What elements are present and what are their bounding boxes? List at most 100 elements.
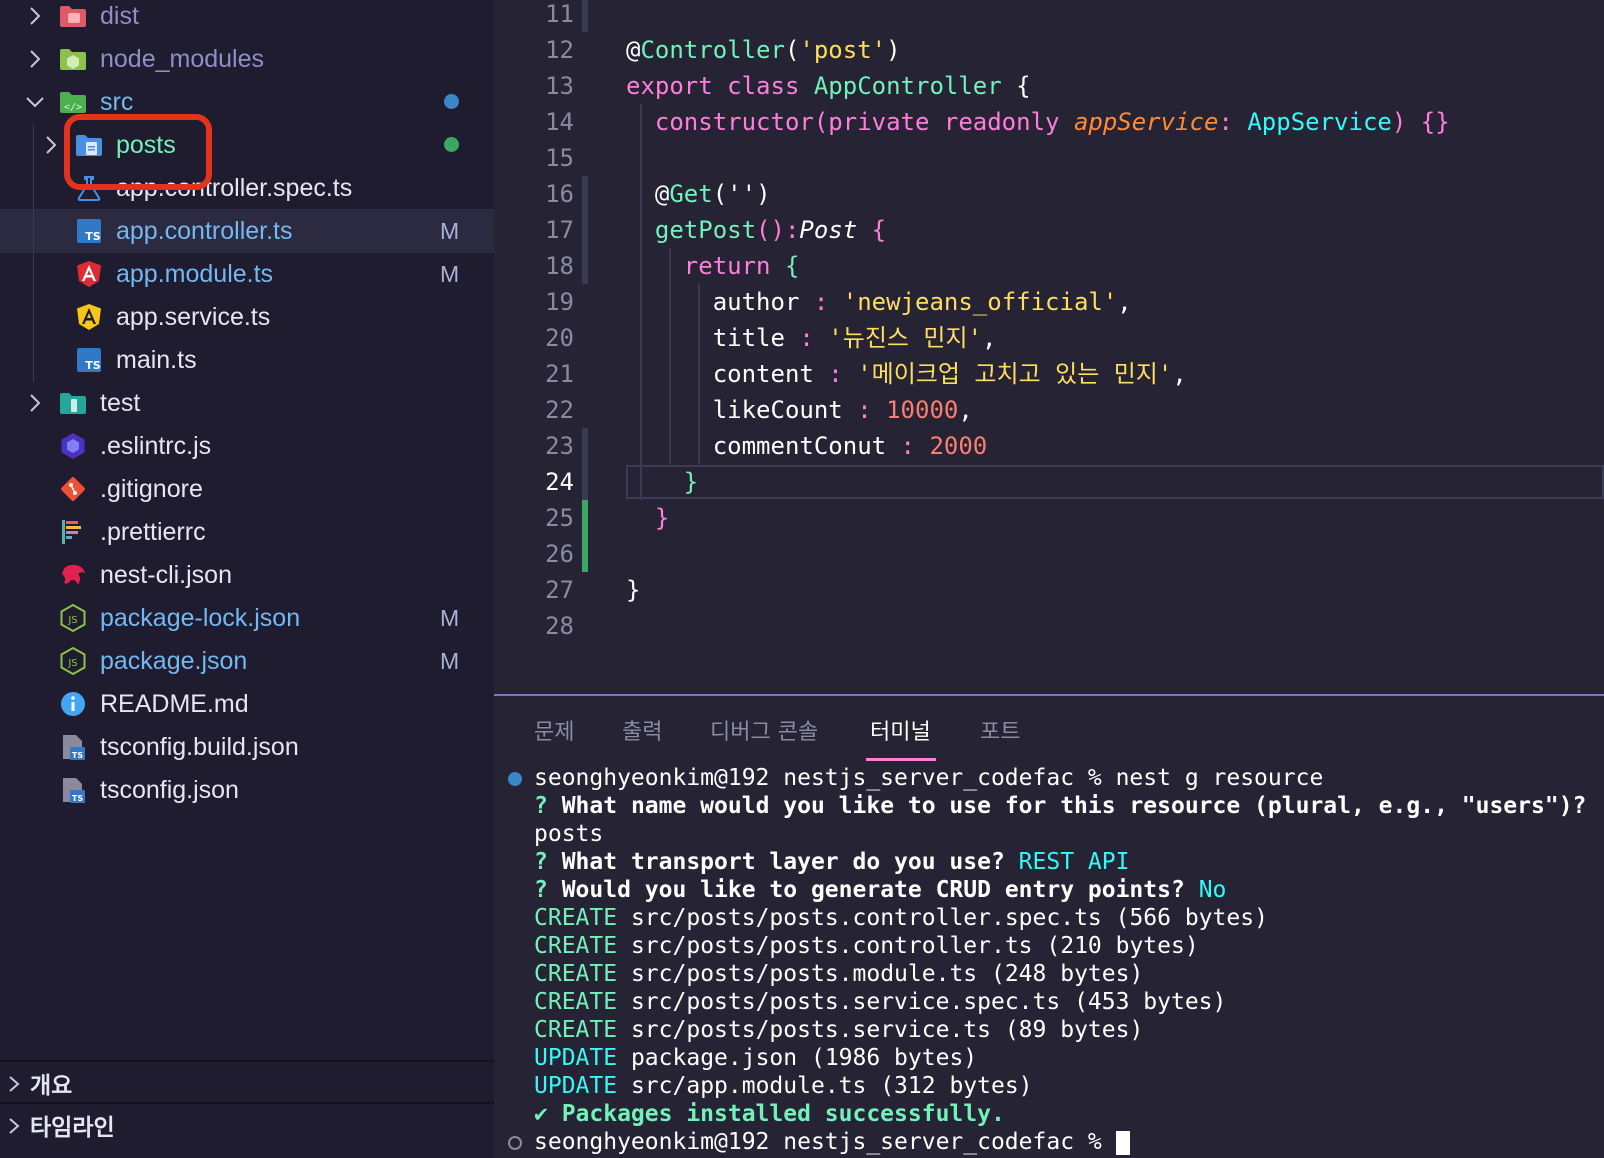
git-status-dot (444, 94, 459, 109)
tree-item-label: .gitignore (100, 474, 203, 503)
active-tab-underline (866, 758, 936, 761)
file-item-app-controller-ts[interactable]: TS app.controller.ts M (0, 209, 494, 253)
folder-item-node-modules[interactable]: node_modules (0, 37, 494, 81)
git-icon (58, 474, 88, 504)
code-token: @ (626, 36, 641, 64)
code-token: : (799, 324, 829, 352)
code-token: , (1172, 360, 1187, 388)
tab-terminal[interactable]: 터미널 (870, 714, 931, 746)
explorer-sidebar: dist node_modules </> src posts app.controlle… (0, 0, 494, 1158)
code-line: 11 (494, 0, 1604, 32)
code-token: : (900, 432, 930, 460)
code-token: AppService (1247, 108, 1392, 136)
file-item-readme-md[interactable]: README.md (0, 682, 494, 726)
code-token: AppController (813, 72, 1002, 100)
code-text: @Controller('post') (626, 32, 901, 68)
code-line: 19 author : 'newjeans_official', (494, 284, 1604, 320)
file-item-package-lock-json[interactable]: JS package-lock.json M (0, 596, 494, 640)
code-line: 23 commentConut : 2000 (494, 428, 1604, 464)
code-token: : (828, 360, 858, 388)
file-item-prettierrc[interactable]: .prettierrc (0, 510, 494, 554)
panel-tabs: 문제 출력 디버그 콘솔 터미널 포트 (494, 696, 1604, 764)
line-number: 28 (545, 612, 574, 640)
line-number: 20 (545, 324, 574, 352)
bottom-panel: 문제 출력 디버그 콘솔 터미널 포트 seonghyeonkim@192 ne… (494, 694, 1604, 1158)
line-number: 11 (545, 0, 574, 28)
code-token: { (857, 216, 887, 244)
code-line: 22 likeCount : 10000, (494, 392, 1604, 428)
code-token: : (857, 396, 887, 424)
code-token: appService (1073, 108, 1219, 136)
file-item-gitignore[interactable]: .gitignore (0, 467, 494, 511)
tree-indent-guide (33, 124, 34, 382)
file-item-nest-cli-json[interactable]: nest-cli.json (0, 553, 494, 597)
prompt-status-dot (508, 1136, 522, 1150)
info-icon (58, 689, 88, 719)
terminal-update-line: UPDATE src/app.module.ts (312 bytes) (534, 1073, 1033, 1099)
file-item-app-service-ts[interactable]: app.service.ts (0, 295, 494, 339)
folder-item-dist[interactable]: dist (0, 0, 494, 38)
tree-item-label: app.module.ts (116, 259, 274, 288)
code-editor[interactable]: 11 12 @Controller('post') 13 export class Ap… (494, 0, 1604, 694)
tab-ports[interactable]: 포트 (980, 714, 1020, 746)
terminal-create-line: CREATE src/posts/posts.module.ts (248 by… (534, 961, 1144, 987)
code-token: constructor(private readonly (626, 108, 1074, 136)
code-token: getPost (626, 216, 757, 244)
chevron-down-icon[interactable] (24, 91, 46, 113)
file-item-app-module-ts[interactable]: app.module.ts M (0, 252, 494, 296)
line-number: 17 (545, 216, 574, 244)
typescript-file-icon: TS (74, 216, 104, 246)
terminal-success-line: ✔ Packages installed successfully. (534, 1101, 1005, 1127)
terminal-prompt-line: seonghyeonkim@192 nestjs_server_codefac … (534, 1128, 1130, 1156)
terminal-command-line: seonghyeonkim@192 nestjs_server_codefac … (534, 765, 1324, 791)
typescript-file-icon: TS (74, 345, 104, 375)
code-line: 28 (494, 608, 1604, 644)
code-line: 12 @Controller('post') (494, 32, 1604, 68)
code-token: Controller (640, 36, 785, 64)
terminal-create-line: CREATE src/posts/posts.controller.ts (21… (534, 933, 1199, 959)
tab-debug-console[interactable]: 디버그 콘솔 (710, 714, 818, 746)
chevron-right-icon[interactable] (24, 5, 46, 27)
code-token: ('') (712, 180, 771, 208)
code-token: Post (799, 216, 858, 244)
terminal-update-line: UPDATE package.json (1986 bytes) (534, 1045, 978, 1071)
file-item-tsconfig-build-json[interactable]: TS tsconfig.build.json (0, 725, 494, 769)
chevron-right-icon[interactable] (40, 134, 62, 156)
tsconfig-icon: TS (58, 775, 88, 805)
code-text: constructor(private readonly appService:… (626, 104, 1450, 140)
terminal-create-line: CREATE src/posts/posts.service.spec.ts (… (534, 989, 1227, 1015)
tree-item-label: package-lock.json (100, 603, 301, 632)
chevron-right-icon[interactable] (24, 392, 46, 414)
code-line: 24 } (494, 464, 1604, 500)
tab-problems[interactable]: 문제 (534, 714, 574, 746)
code-line: 27} (494, 572, 1604, 608)
line-number: 15 (545, 144, 574, 172)
line-number: 23 (545, 432, 574, 460)
file-item-package-json[interactable]: JS package.json M (0, 639, 494, 683)
outline-panel-header[interactable]: 개요 (0, 1060, 494, 1104)
tree-item-label: .eslintrc.js (100, 431, 212, 460)
file-item-tsconfig-json[interactable]: TS tsconfig.json (0, 768, 494, 812)
code-line: 20 title : '뉴진스 민지', (494, 320, 1604, 356)
folder-item-test[interactable]: test (0, 381, 494, 425)
git-modified-badge: M (440, 647, 460, 674)
line-number: 16 (545, 180, 574, 208)
git-status-dot (444, 137, 459, 152)
tab-output[interactable]: 출력 (622, 714, 662, 746)
line-number: 25 (545, 504, 574, 532)
svg-text:TS: TS (72, 794, 83, 803)
code-text: likeCount : 10000, (626, 392, 973, 428)
svg-text:TS: TS (85, 230, 101, 243)
code-token: } (626, 468, 699, 496)
chevron-right-icon[interactable] (24, 48, 46, 70)
code-token: commentConut (626, 432, 901, 460)
gutter-change-marker (582, 176, 588, 284)
timeline-panel-header[interactable]: 타임라인 (0, 1102, 494, 1146)
code-text: } (626, 500, 669, 536)
tree-item-label: app.service.ts (116, 302, 271, 331)
svg-text:TS: TS (85, 359, 101, 372)
file-item-main-ts[interactable]: TS main.ts (0, 338, 494, 382)
tree-item-label: test (100, 388, 141, 417)
code-token: (): (756, 216, 800, 244)
file-item-eslintrc-js[interactable]: .eslintrc.js (0, 424, 494, 468)
